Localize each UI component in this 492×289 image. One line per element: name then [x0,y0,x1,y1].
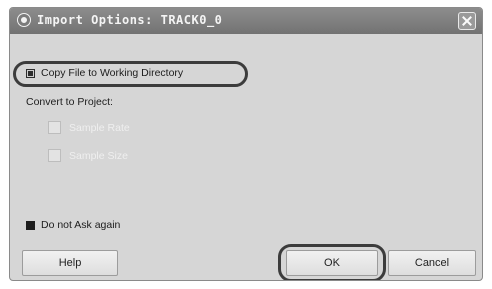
do-not-ask-label: Do not Ask again [41,219,121,231]
app-icon [18,14,30,26]
sub-option-2-checkbox [48,149,61,162]
help-button[interactable]: Help [22,250,118,276]
do-not-ask-option[interactable]: Do not Ask again [26,219,120,231]
import-options-dialog: Import Options: TRACK0_0 Copy File to Wo… [9,7,483,281]
titlebar[interactable]: Import Options: TRACK0_0 [10,8,482,34]
sub-option-2-label: Sample Size [69,149,128,162]
close-icon[interactable] [458,12,476,30]
convert-label: Convert to Project: [26,96,113,108]
copy-file-option[interactable]: Copy File to Working Directory [26,67,183,79]
ok-button[interactable]: OK [286,250,378,276]
do-not-ask-checkbox[interactable] [26,220,35,230]
window-title: Import Options: TRACK0_0 [37,13,223,27]
copy-file-label: Copy File to Working Directory [41,67,184,79]
convert-to-project-heading: Convert to Project: [26,96,113,108]
sub-option-2: Sample Size [48,149,128,162]
cancel-button[interactable]: Cancel [388,250,476,276]
sub-option-1-checkbox [48,121,61,134]
sub-option-1-label: Sample Rate [69,121,130,134]
sub-option-1: Sample Rate [48,121,130,134]
copy-file-checkbox[interactable] [26,68,35,78]
